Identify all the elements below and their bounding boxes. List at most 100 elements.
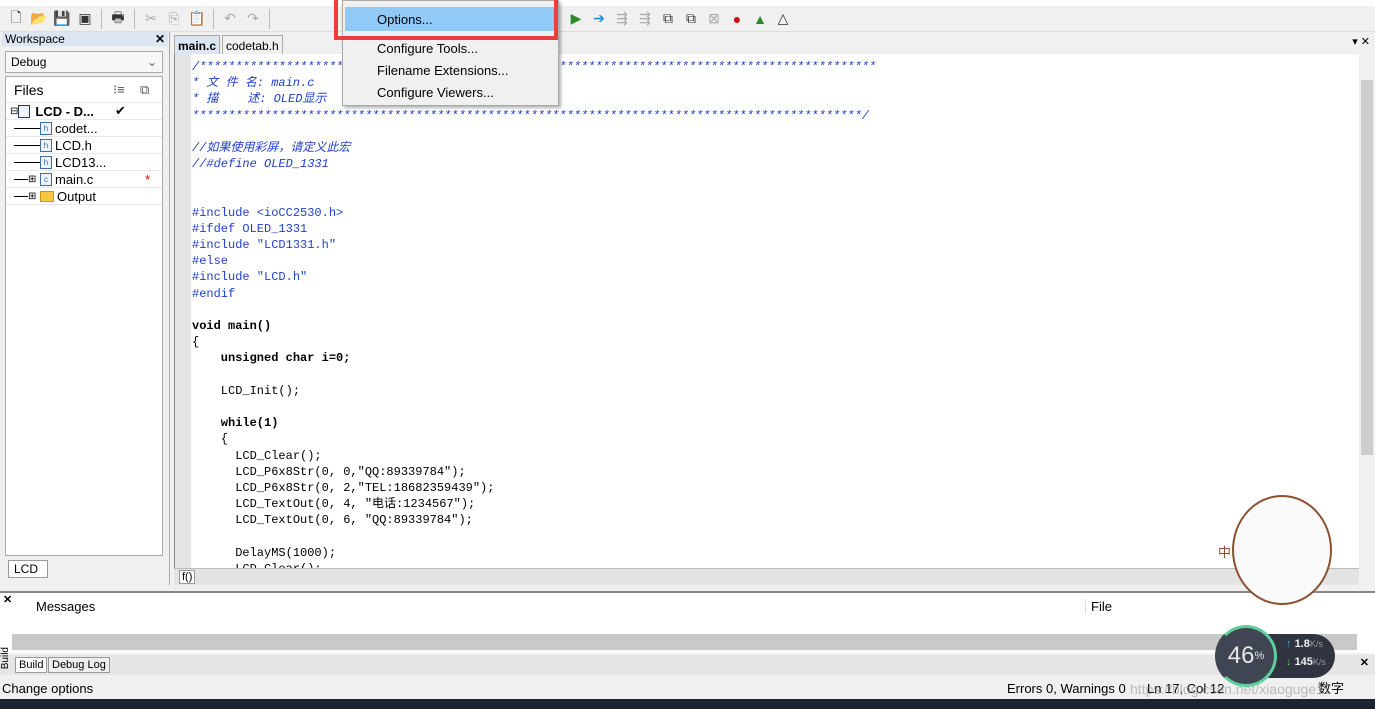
tab-main-c[interactable]: main.c — [174, 35, 221, 54]
menu-item-configure-tools[interactable]: Configure Tools... — [377, 41, 478, 56]
ime-indicator: 中 — [1218, 545, 1232, 560]
code-line: LCD_Clear(); — [192, 561, 876, 568]
save-all-icon[interactable]: ▣ — [75, 9, 95, 29]
run-icon[interactable]: ▶ — [566, 9, 586, 29]
menu-item-configure-viewers[interactable]: Configure Viewers... — [377, 85, 494, 100]
code-line: //如果使用彩屏，请定义此宏 — [192, 140, 351, 155]
debug-icon-2[interactable]: ⇶ — [635, 9, 655, 29]
toolbar: 🗋 📂 💾 ▣ 🖶 ✂ ⎘ 📋 ↶ ↷ ▶ ➔ ⇶ ⇶ ⧉ ⧉ ⊠ ● ▲ △ — [0, 6, 1375, 32]
tree-item-file[interactable]: ⊞ c main.c * — [6, 171, 162, 188]
config-column-icon: ⧉ — [140, 81, 150, 97]
tree-line — [14, 195, 28, 197]
code-editor[interactable]: /***************************************… — [174, 54, 1359, 568]
rate-unit: K/s — [1309, 639, 1323, 649]
tree-line — [14, 127, 40, 129]
compile-icon[interactable]: ⧉ — [681, 9, 701, 29]
tree-item-folder[interactable]: ⊞ Output — [6, 188, 162, 205]
function-navigator-button[interactable]: f() — [179, 570, 196, 584]
collapse-icon[interactable]: ⊟ — [10, 106, 18, 117]
scrollbar-thumb[interactable] — [1361, 80, 1373, 455]
folder-name: Output — [57, 188, 97, 204]
code-line: { — [192, 432, 229, 447]
cut-icon[interactable]: ✂ — [141, 9, 161, 29]
code-line: unsigned char i=0; — [192, 351, 351, 366]
breakpoint-icon[interactable]: ● — [727, 9, 747, 29]
separator — [269, 8, 270, 29]
expand-icon[interactable]: ⊞ — [28, 191, 40, 202]
file-column-header[interactable]: File — [1085, 599, 1112, 614]
build-side-label: Build — [0, 647, 11, 670]
redo-icon[interactable]: ↷ — [243, 9, 263, 29]
header-file-icon: h — [40, 121, 52, 135]
messages-column-header[interactable]: Messages — [36, 599, 95, 614]
tab-debug-log[interactable]: Debug Log — [48, 657, 110, 673]
close-icon[interactable]: ✕ — [1360, 656, 1369, 669]
tree-item-file[interactable]: h codet... — [6, 120, 162, 137]
project-name: LCD - D... — [35, 103, 94, 119]
modified-marker: * — [145, 171, 151, 187]
tree-item-file[interactable]: h LCD.h — [6, 137, 162, 154]
debug-icon[interactable]: ⇶ — [612, 9, 632, 29]
code-line: while(1) — [192, 416, 279, 431]
upload-speed: 1.8 — [1294, 638, 1310, 650]
new-file-icon[interactable]: 🗋 — [6, 9, 26, 29]
code-line: //#define OLED_1331 — [192, 157, 329, 172]
save-icon[interactable]: 💾 — [52, 9, 72, 29]
expand-icon[interactable]: ⊞ — [28, 174, 40, 185]
status-message: Change options — [2, 681, 94, 696]
debug-nodownload-icon[interactable]: △ — [773, 9, 793, 29]
tab-list-close-icons[interactable]: ▾ ✕ — [1352, 35, 1370, 48]
cpu-unit: % — [1254, 650, 1265, 662]
cpu-gauge[interactable]: 46% — [1215, 625, 1277, 687]
download-speed: 145 — [1294, 656, 1313, 668]
make-icon[interactable]: ⧉ — [658, 9, 678, 29]
file-name: codet... — [55, 120, 98, 136]
step-icon[interactable]: ➔ — [589, 9, 609, 29]
code-line: #else — [192, 254, 229, 269]
code-line: ****************************************… — [192, 108, 869, 123]
editor-horizontal-scrollbar[interactable]: f() — [174, 568, 1359, 585]
workspace-tab-lcd[interactable]: LCD — [8, 560, 48, 578]
print-icon[interactable]: 🖶 — [108, 9, 128, 29]
code-line: LCD_Clear(); — [192, 448, 322, 463]
tree-line — [14, 144, 40, 146]
code-line: { — [192, 335, 200, 350]
download-arrow-icon: ↓ — [1286, 656, 1292, 668]
workspace-panel: Workspace ✕ Debug ⌄ Files ⁝≡ ⧉ ⊟ LCD - D..… — [0, 32, 170, 585]
tree-item-project[interactable]: ⊟ LCD - D... ✔ — [6, 103, 162, 120]
tab-codetab-h[interactable]: codetab.h — [222, 35, 283, 54]
undo-icon[interactable]: ↶ — [220, 9, 240, 29]
header-file-icon: h — [40, 138, 52, 152]
code-line: DelayMS(1000); — [192, 545, 337, 560]
tree-item-file[interactable]: h LCD13... — [6, 154, 162, 171]
code-line: #include <ioCC2530.h> — [192, 205, 344, 220]
open-icon[interactable]: 📂 — [29, 9, 49, 29]
folder-icon — [40, 190, 54, 202]
workspace-title: Workspace — [2, 32, 168, 46]
configuration-value: Debug — [11, 55, 47, 69]
close-icon[interactable]: ✕ — [155, 32, 165, 46]
tab-build[interactable]: Build — [15, 657, 48, 673]
copy-icon[interactable]: ⎘ — [164, 9, 184, 29]
configuration-select[interactable]: Debug ⌄ — [5, 51, 163, 73]
highlight-annotation-box — [334, 0, 558, 40]
code-lines: /***************************************… — [192, 59, 876, 568]
menu-item-filename-extensions[interactable]: Filename Extensions... — [377, 63, 509, 78]
paste-icon[interactable]: 📋 — [187, 9, 207, 29]
file-name: main.c — [55, 171, 94, 187]
messages-horizontal-scrollbar[interactable] — [12, 634, 1357, 650]
cpu-percent: 46 — [1227, 642, 1255, 669]
file-name: LCD.h — [55, 137, 92, 153]
code-line: LCD_P6x8Str(0, 2,"TEL:18682359439"); — [192, 480, 495, 495]
separator — [134, 8, 135, 29]
stop-build-icon[interactable]: ⊠ — [704, 9, 724, 29]
close-icon[interactable]: ✕ — [3, 593, 12, 606]
separator — [213, 8, 214, 29]
download-debug-icon[interactable]: ▲ — [750, 9, 770, 29]
